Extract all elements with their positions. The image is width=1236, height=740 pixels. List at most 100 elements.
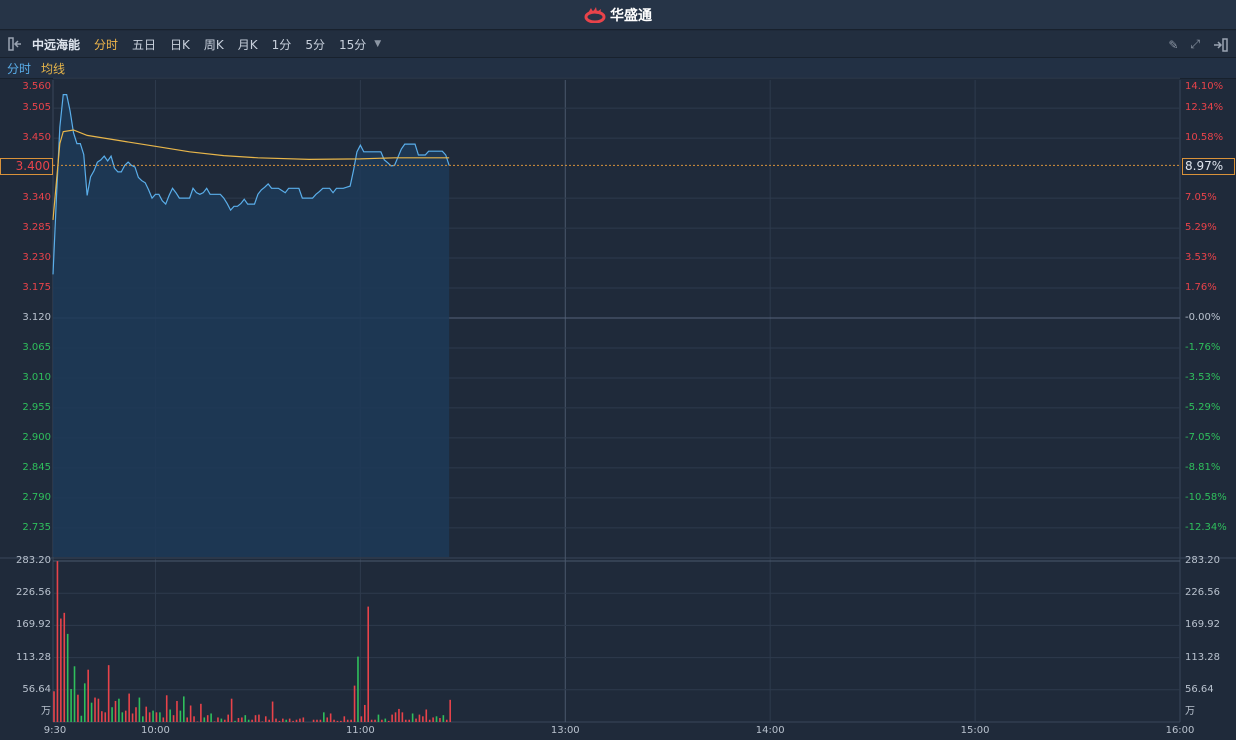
- volume-bar: [227, 714, 229, 722]
- volume-bar: [268, 719, 270, 722]
- volume-bar: [73, 666, 76, 722]
- price-label: 3.010: [22, 371, 51, 383]
- volume-bar: [217, 717, 219, 722]
- price-label: 3.175: [22, 282, 51, 294]
- volume-bar: [404, 719, 407, 722]
- volume-bar: [172, 715, 175, 722]
- volume-bar: [445, 719, 448, 722]
- volume-label-right: 56.64: [1185, 683, 1214, 695]
- volume-bar: [247, 719, 250, 722]
- volume-bar: [333, 719, 335, 722]
- volume-bar: [183, 696, 185, 722]
- time-label: 9:30: [43, 725, 67, 736]
- pct-label: 14.10%: [1185, 81, 1224, 92]
- volume-bar: [165, 695, 168, 722]
- pct-label: 10.58%: [1185, 132, 1224, 144]
- volume-label: 169.92: [16, 619, 51, 631]
- pct-label: -7.05%: [1185, 431, 1221, 443]
- volume-bar: [439, 718, 441, 722]
- volume-bar: [435, 716, 438, 722]
- price-label: 3.560: [22, 81, 51, 92]
- volume-bar: [271, 701, 274, 722]
- volume-label: 113.28: [16, 651, 51, 663]
- volume-bar: [282, 718, 284, 722]
- pct-label: 1.76%: [1185, 282, 1217, 294]
- volume-bar: [377, 714, 380, 722]
- volume-bar: [200, 703, 202, 722]
- volume-bar: [285, 719, 288, 722]
- volume-bar: [148, 712, 151, 722]
- volume-bar: [319, 719, 322, 722]
- time-label: 10:00: [141, 725, 170, 736]
- volume-bar: [428, 719, 431, 722]
- volume-bar: [275, 718, 277, 722]
- volume-bar: [432, 717, 434, 722]
- volume-label-right: 113.28: [1185, 651, 1220, 663]
- volume-bar: [408, 719, 411, 722]
- current-pct-box: 8.97%: [1182, 158, 1235, 175]
- price-label: 2.955: [22, 401, 51, 413]
- volume-bar: [169, 709, 171, 722]
- volume-bar: [288, 718, 291, 722]
- pct-label: 5.29%: [1185, 222, 1217, 234]
- volume-bar: [53, 691, 55, 722]
- pct-label: -5.29%: [1185, 401, 1221, 413]
- volume-bar: [278, 720, 281, 722]
- volume-bar: [206, 715, 209, 722]
- volume-bar: [258, 714, 260, 722]
- volume-bar: [346, 719, 349, 722]
- volume-bar: [384, 718, 387, 722]
- price-label: 2.845: [22, 461, 51, 473]
- volume-bar: [381, 719, 383, 722]
- pct-label: 7.05%: [1185, 192, 1217, 204]
- price-label: 2.790: [22, 491, 51, 503]
- volume-bar: [340, 720, 342, 722]
- volume-unit-right: 万: [1185, 706, 1195, 717]
- volume-bar: [401, 712, 404, 722]
- volume-bar: [326, 717, 329, 722]
- volume-bar: [138, 697, 141, 722]
- volume-bar: [210, 713, 212, 722]
- pct-label: -12.34%: [1185, 521, 1227, 533]
- volume-bar: [107, 665, 110, 722]
- volume-label-right: 283.20: [1185, 555, 1220, 566]
- volume-bar: [83, 683, 86, 722]
- intraday-chart[interactable]: [0, 0, 1236, 740]
- volume-bar: [241, 717, 243, 722]
- volume-bar: [124, 710, 127, 722]
- volume-bar: [422, 716, 424, 722]
- pct-label: -0.00%: [1185, 312, 1221, 323]
- volume-bar: [193, 716, 195, 722]
- volume-bar: [251, 719, 253, 722]
- price-label: 2.900: [22, 431, 51, 443]
- volume-bar: [364, 704, 366, 722]
- volume-unit: 万: [41, 706, 51, 717]
- volume-bar: [97, 698, 100, 722]
- volume-bar: [302, 717, 305, 722]
- pct-label: -1.76%: [1185, 341, 1221, 353]
- price-label: 3.340: [22, 192, 51, 204]
- volume-bar: [56, 561, 59, 722]
- volume-bar: [449, 699, 451, 722]
- volume-bar: [343, 716, 346, 722]
- volume-bar: [179, 710, 182, 722]
- price-label: 3.120: [22, 312, 51, 323]
- volume-bar: [70, 689, 72, 722]
- volume-bar: [80, 715, 83, 722]
- volume-bar: [189, 705, 192, 722]
- volume-bar: [295, 719, 298, 722]
- volume-bar: [63, 612, 66, 722]
- volume-bar: [316, 719, 318, 722]
- price-label: 3.450: [22, 132, 51, 144]
- volume-bar: [159, 712, 161, 722]
- volume-bar: [374, 719, 376, 722]
- time-label: 16:00: [1165, 725, 1195, 736]
- time-label: 11:00: [345, 725, 375, 736]
- volume-bar: [254, 715, 257, 722]
- volume-bar: [152, 710, 154, 722]
- volume-bar: [223, 719, 226, 722]
- volume-bar: [176, 700, 178, 722]
- time-label: 13:00: [550, 725, 580, 736]
- pct-label: -8.81%: [1185, 461, 1221, 473]
- volume-bar: [87, 669, 89, 722]
